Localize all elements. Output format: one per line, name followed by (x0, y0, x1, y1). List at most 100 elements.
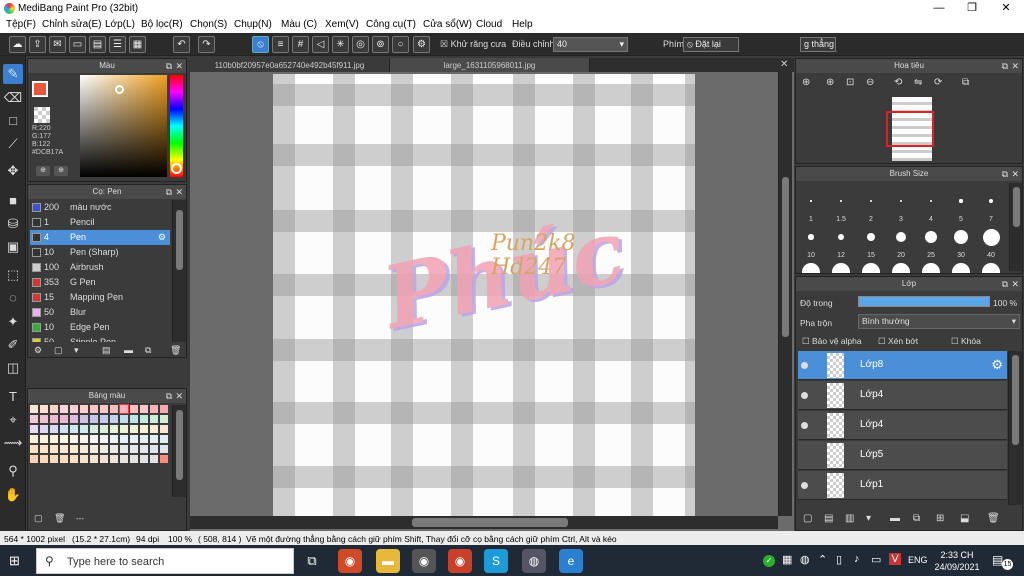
zoom-out-icon[interactable]: ⊖ (866, 77, 874, 88)
palette-swatch[interactable] (150, 455, 158, 463)
palette-swatch[interactable] (30, 425, 38, 433)
palette-swatch[interactable] (80, 455, 88, 463)
camera-icon[interactable]: ◉ (412, 549, 436, 573)
bucket-tool-icon[interactable]: ⛁ (3, 214, 23, 234)
zoom-fit-icon[interactable]: ⊕ (802, 77, 810, 88)
palette-swatch[interactable] (60, 455, 68, 463)
palette-swatch[interactable] (60, 405, 68, 413)
comment-icon[interactable]: ▭ (69, 36, 86, 53)
palette-swatch[interactable] (30, 405, 38, 413)
palette-swatch[interactable] (60, 445, 68, 453)
popout-icon[interactable]: ⧉ (166, 389, 172, 403)
brush-size-option[interactable] (796, 263, 826, 273)
eraser-tool-icon[interactable]: ⌫ (3, 88, 23, 108)
palette-swatch[interactable] (130, 445, 138, 453)
palette-swatch[interactable] (30, 455, 38, 463)
brush-size-option[interactable]: 1 (796, 191, 826, 223)
brush-size-option[interactable] (916, 263, 946, 273)
brush-size-option[interactable]: 30 (946, 227, 976, 259)
palette-swatch[interactable] (150, 445, 158, 453)
color-settings-icon[interactable]: ⊕ (54, 166, 68, 176)
magic-wand-icon[interactable]: ✦ (3, 312, 23, 332)
palette-swatch[interactable] (70, 425, 78, 433)
palette-swatch[interactable] (150, 425, 158, 433)
gear-icon[interactable]: ⚙ (991, 357, 1003, 373)
select-eraser-icon[interactable]: ◫ (3, 358, 23, 378)
new-8bit-layer-icon[interactable]: ▥ (845, 513, 854, 524)
folder-icon[interactable]: ▬ (890, 513, 900, 524)
visibility-icon[interactable] (801, 362, 808, 369)
brush-size-option[interactable]: 10 (796, 227, 826, 259)
protect-alpha-checkbox[interactable]: ☐ Bảo vệ alpha (802, 336, 862, 347)
ellipse-snap-icon[interactable]: ○ (392, 36, 409, 53)
palette-swatch[interactable] (30, 415, 38, 423)
palette-swatch[interactable] (70, 455, 78, 463)
palette-swatch[interactable] (90, 455, 98, 463)
palette-swatch[interactable] (40, 435, 48, 443)
palette-swatch[interactable] (30, 435, 38, 443)
palette-swatch[interactable] (110, 415, 118, 423)
palette-swatch[interactable] (80, 405, 88, 413)
clock[interactable]: 2:33 CH 24/09/2021 (934, 549, 980, 573)
visibility-icon[interactable] (801, 422, 808, 429)
brush-size-option[interactable]: 5 (946, 191, 976, 223)
trash-icon[interactable]: 🗑 (987, 513, 1000, 524)
palette-swatch[interactable] (80, 435, 88, 443)
palette-swatch[interactable] (80, 425, 88, 433)
hue-cursor[interactable] (171, 163, 182, 174)
brush-size-option[interactable]: 3 (886, 191, 916, 223)
palette-swatch[interactable] (160, 455, 168, 463)
settings-icon[interactable]: ⚙ (413, 36, 430, 53)
palette-swatch[interactable] (40, 455, 48, 463)
layer-row[interactable]: Lớp4 (798, 411, 1007, 440)
brush-size-option[interactable]: 40 (976, 227, 1006, 259)
brush-scrollbar[interactable] (172, 200, 186, 342)
palette-swatch[interactable] (70, 435, 78, 443)
minimize-icon[interactable]: — (922, 0, 956, 17)
popout-icon[interactable]: ⧉ (1002, 59, 1008, 73)
blend-mode-select[interactable]: Bình thường ▾ (858, 314, 1020, 329)
cross-snap-icon[interactable]: # (292, 36, 309, 53)
palette-swatch[interactable] (150, 405, 158, 413)
circle-snap-icon[interactable]: ◎ (352, 36, 369, 53)
document-icon[interactable]: ▤ (89, 36, 106, 53)
zoom-in-icon[interactable]: ⊕ (826, 77, 834, 88)
edge-icon[interactable]: e (559, 549, 583, 573)
menu-select[interactable]: Chọn(S) (190, 19, 227, 30)
layer-menu-icon[interactable]: ▾ (866, 513, 871, 524)
palette-swatch[interactable] (40, 415, 48, 423)
menu-view[interactable]: Xem(V) (325, 19, 359, 30)
vietkey-icon[interactable]: V (889, 553, 901, 565)
palette-swatch[interactable] (90, 405, 98, 413)
brush-size-option[interactable]: 1.5 (826, 191, 856, 223)
palette-swatch[interactable] (140, 405, 148, 413)
opacity-slider[interactable] (858, 296, 990, 307)
palette-swatch[interactable] (110, 425, 118, 433)
speaker-icon[interactable]: ♪ (854, 553, 860, 565)
palette-swatch[interactable] (160, 435, 168, 443)
chrome-h-icon[interactable]: ◉ (448, 549, 472, 573)
palette-swatch[interactable] (90, 425, 98, 433)
palette-swatch[interactable] (50, 455, 58, 463)
visibility-icon[interactable] (801, 392, 808, 399)
select-rect-icon[interactable]: ⬚ (3, 265, 23, 285)
curve-snap-icon[interactable]: ⊚ (372, 36, 389, 53)
fill-rect-icon[interactable]: ■ (3, 191, 23, 211)
palette-swatch[interactable] (140, 435, 148, 443)
palette-swatch[interactable] (40, 405, 48, 413)
flip-icon[interactable]: ⇋ (914, 77, 922, 88)
palette-swatch[interactable] (60, 425, 68, 433)
phone-icon[interactable]: ▯ (836, 553, 842, 566)
adjust-select[interactable]: 40 ▾ (553, 37, 628, 52)
line-tool-icon[interactable]: ⟋ (3, 134, 23, 154)
menu-snap[interactable]: Chụp(N) (234, 19, 272, 30)
close-icon[interactable]: ✕ (175, 59, 183, 73)
palette-swatch[interactable] (70, 445, 78, 453)
brush-item[interactable]: 100 Airbrush (30, 260, 170, 275)
palette-swatch[interactable] (160, 405, 168, 413)
lasso-tool-icon[interactable]: ◌ (3, 288, 23, 308)
layer-down-icon[interactable]: ⬓ (960, 513, 969, 524)
divide-tool-icon[interactable]: ⟿ (3, 433, 23, 453)
palette-swatch[interactable] (150, 415, 158, 423)
popout-icon[interactable]: ⧉ (166, 185, 172, 199)
